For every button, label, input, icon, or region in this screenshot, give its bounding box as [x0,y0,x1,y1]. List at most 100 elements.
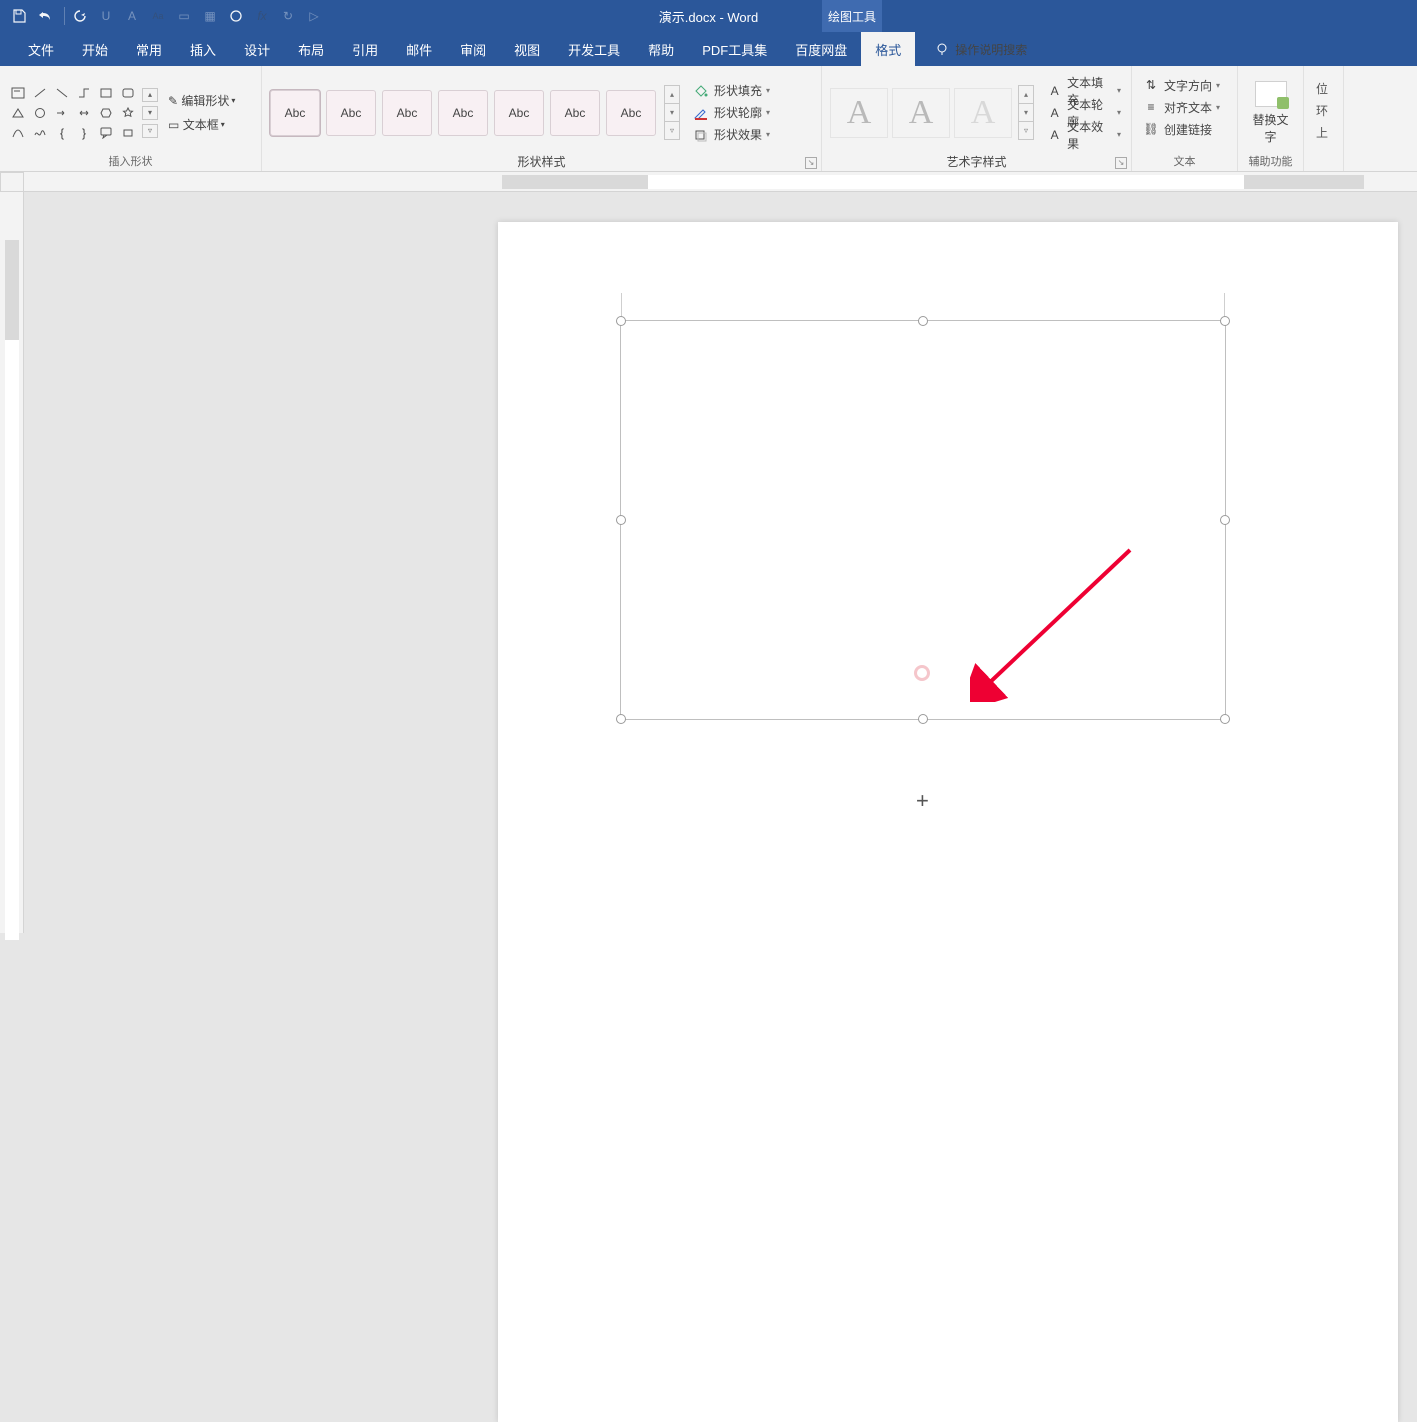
tell-me-label: 操作说明搜索 [955,41,1027,58]
shape-fill-label: 形状填充 [714,82,762,99]
wordart-gallery[interactable]: A A A ▴▾▿ [830,85,1034,141]
trunc-row-2[interactable]: 环 [1316,102,1328,124]
tab-design[interactable]: 设计 [230,32,284,66]
handle-bot-left[interactable] [616,714,626,724]
refresh-icon[interactable]: ↻ [277,5,299,27]
undo-icon[interactable] [34,5,56,27]
shape-style-3[interactable]: Abc [382,90,432,136]
wordart-launcher[interactable]: ↘ [1115,157,1127,169]
tab-file[interactable]: 文件 [14,32,68,66]
alt-text-button[interactable]: 替换文字 [1247,77,1295,149]
play-icon[interactable]: ▷ [303,5,325,27]
shape-curve-icon[interactable] [8,124,28,142]
ruler-vertical[interactable] [0,192,24,933]
shape-effects-button[interactable]: 形状效果▾ [690,124,772,146]
tell-me-search[interactable]: 操作说明搜索 [935,32,1027,66]
shape-style-2[interactable]: Abc [326,90,376,136]
wordart-style-1[interactable]: A [830,88,888,138]
edit-shape-label: 编辑形状 [181,92,229,109]
font-icon[interactable]: A [121,5,143,27]
shapes-gallery[interactable]: { } [8,84,138,142]
table-icon[interactable]: ▦ [199,5,221,27]
text-box-button[interactable]: ▭ 文本框 ▾ [164,113,239,137]
tab-view[interactable]: 视图 [500,32,554,66]
handle-mid-right[interactable] [1220,515,1230,525]
shape-style-6[interactable]: Abc [550,90,600,136]
shape-styles-launcher[interactable]: ↘ [805,157,817,169]
shape-rect-icon[interactable] [96,84,116,102]
shape-style-7[interactable]: Abc [606,90,656,136]
trunc-row-1[interactable]: 位 [1316,80,1328,102]
lightbulb-icon [935,42,949,56]
page[interactable]: + [498,222,1398,1422]
tab-mail[interactable]: 邮件 [392,32,446,66]
wordart-style-3[interactable]: A [954,88,1012,138]
edit-shape-icon: ✎ [168,94,178,108]
wordart-style-2[interactable]: A [892,88,950,138]
shape-line-icon[interactable] [30,84,50,102]
handle-top-right[interactable] [1220,316,1230,326]
shape-circle-icon[interactable] [30,104,50,122]
ruler-horizontal[interactable] [24,172,1417,192]
gallery-scroll[interactable]: ▴▾▿ [142,86,158,140]
shape-roundrect-icon[interactable] [118,84,138,102]
shape-brace-l-icon[interactable]: { [52,124,72,142]
shape-star-icon[interactable] [118,104,138,122]
tab-help[interactable]: 帮助 [634,32,688,66]
handle-top-left[interactable] [616,316,626,326]
tab-format[interactable]: 格式 [861,32,915,66]
handle-mid-left[interactable] [616,515,626,525]
document-area[interactable]: + [0,172,1417,933]
circle-icon[interactable] [225,5,247,27]
tab-insert[interactable]: 插入 [176,32,230,66]
shape-connector-icon[interactable] [74,84,94,102]
shape-style-1[interactable]: Abc [270,90,320,136]
highlight-icon[interactable]: ▭ [173,5,195,27]
tab-baidu[interactable]: 百度网盘 [781,32,861,66]
text-outline-icon: A [1046,105,1063,121]
group-text-label: 文本 [1132,153,1237,171]
shape-callout-icon[interactable] [96,124,116,142]
handle-bot-right[interactable] [1220,714,1230,724]
tab-layout[interactable]: 布局 [284,32,338,66]
shape-brace-r-icon[interactable]: } [74,124,94,142]
tab-review[interactable]: 审阅 [446,32,500,66]
shape-style-gallery[interactable]: Abc Abc Abc Abc Abc Abc Abc ▴▾▿ [270,85,680,141]
tab-dev[interactable]: 开发工具 [554,32,634,66]
create-link-button[interactable]: ⛓创建链接 [1140,118,1214,140]
font-size-icon[interactable]: Aa [147,5,169,27]
tab-ref[interactable]: 引用 [338,32,392,66]
shape-outline-label: 形状轮廓 [714,104,762,121]
style-gallery-scroll[interactable]: ▴▾▿ [664,85,680,141]
align-text-button[interactable]: ≡对齐文本▾ [1140,96,1222,118]
tab-pdf[interactable]: PDF工具集 [688,32,781,66]
save-icon[interactable] [8,5,30,27]
ruler-corner [0,172,24,192]
text-box-label: 文本框 [183,116,219,133]
shape-style-5[interactable]: Abc [494,90,544,136]
text-effects-button[interactable]: A文本效果▾ [1044,124,1123,146]
tab-common[interactable]: 常用 [122,32,176,66]
underline-icon[interactable]: U [95,5,117,27]
shape-hex-icon[interactable] [96,104,116,122]
shape-free-icon[interactable] [30,124,50,142]
wordart-gallery-scroll[interactable]: ▴▾▿ [1018,85,1034,141]
shape-textbox-icon[interactable] [8,84,28,102]
shape-darrow-icon[interactable] [74,104,94,122]
shape-fill-button[interactable]: 形状填充▾ [690,80,772,102]
formula-icon[interactable]: fx [251,5,273,27]
trunc-row-3[interactable]: 上 [1316,124,1328,146]
edit-shape-button[interactable]: ✎ 编辑形状 ▾ [164,89,239,113]
shape-arrow-icon[interactable] [52,104,72,122]
text-effects-icon: A [1046,127,1063,143]
shape-line2-icon[interactable] [52,84,72,102]
shape-flow-icon[interactable] [118,124,138,142]
handle-top-mid[interactable] [918,316,928,326]
redo-icon[interactable] [69,5,91,27]
text-direction-button[interactable]: ⇅文字方向▾ [1140,74,1222,96]
shape-outline-button[interactable]: 形状轮廓▾ [690,102,772,124]
handle-bot-mid[interactable] [918,714,928,724]
shape-style-4[interactable]: Abc [438,90,488,136]
tab-home[interactable]: 开始 [68,32,122,66]
shape-triangle-icon[interactable] [8,104,28,122]
